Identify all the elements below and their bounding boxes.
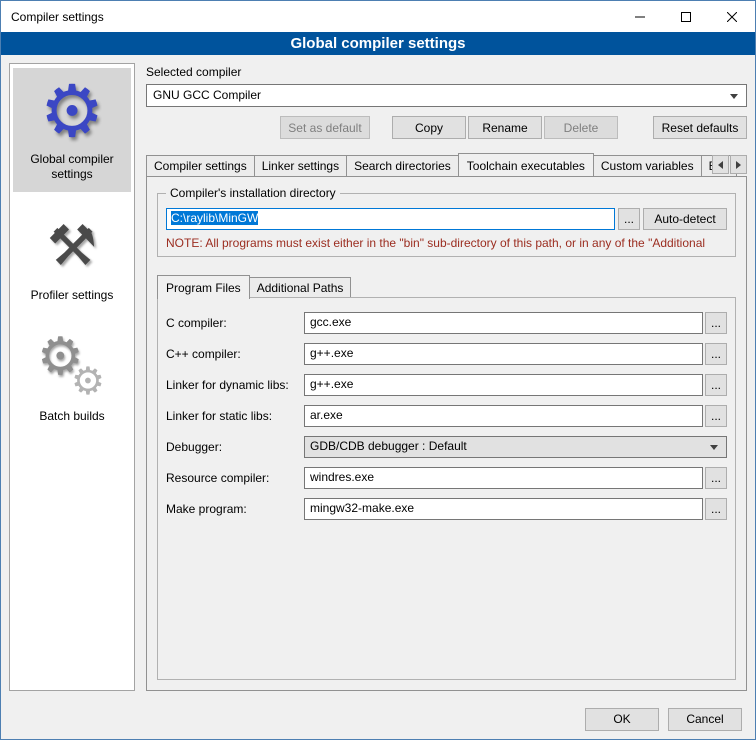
linker-dynamic-input[interactable]: g++.exe bbox=[304, 374, 703, 396]
debugger-select[interactable]: GDB/CDB debugger : Default bbox=[304, 436, 727, 458]
tab-compiler-settings[interactable]: Compiler settings bbox=[146, 155, 255, 176]
chevron-down-icon bbox=[710, 445, 718, 450]
copy-button[interactable]: Copy bbox=[392, 116, 466, 139]
field-row-linker-dynamic: Linker for dynamic libs: g++.exe ... bbox=[166, 374, 727, 396]
field-label: Resource compiler: bbox=[166, 471, 304, 485]
sidebar-item-batch-builds[interactable]: ⚙⚙ Batch builds bbox=[13, 325, 131, 434]
dialog-content: ⚙ Global compiler settings ⚒ Profiler se… bbox=[1, 55, 755, 699]
cpp-compiler-browse-button[interactable]: ... bbox=[705, 343, 727, 365]
tab-scroll-left-button[interactable] bbox=[712, 155, 729, 174]
maximize-icon bbox=[681, 12, 691, 22]
field-row-cpp-compiler: C++ compiler: g++.exe ... bbox=[166, 343, 727, 365]
make-program-input[interactable]: mingw32-make.exe bbox=[304, 498, 703, 520]
field-label: Debugger: bbox=[166, 440, 304, 454]
subtab-additional-paths[interactable]: Additional Paths bbox=[249, 277, 352, 298]
install-dir-group-title: Compiler's installation directory bbox=[166, 186, 340, 200]
minimize-icon bbox=[635, 12, 645, 22]
chevron-down-icon bbox=[730, 94, 738, 99]
maximize-button[interactable] bbox=[663, 1, 709, 32]
close-button[interactable] bbox=[709, 1, 755, 32]
auto-detect-button[interactable]: Auto-detect bbox=[643, 208, 727, 230]
field-row-make-program: Make program: mingw32-make.exe ... bbox=[166, 498, 727, 520]
arrow-right-icon bbox=[736, 161, 741, 169]
tab-custom-variables[interactable]: Custom variables bbox=[593, 155, 702, 176]
tab-toolchain-executables[interactable]: Toolchain executables bbox=[458, 153, 594, 176]
cancel-button[interactable]: Cancel bbox=[668, 708, 742, 731]
tab-linker-settings[interactable]: Linker settings bbox=[254, 155, 347, 176]
note-text: NOTE: All programs must exist either in … bbox=[166, 236, 727, 250]
window-title: Compiler settings bbox=[1, 1, 617, 32]
settings-tab-bar: Compiler settings Linker settings Search… bbox=[146, 152, 747, 176]
field-label: C++ compiler: bbox=[166, 347, 304, 361]
cpp-compiler-input[interactable]: g++.exe bbox=[304, 343, 703, 365]
program-files-panel: C compiler: gcc.exe ... C++ compiler: g+… bbox=[157, 297, 736, 680]
titlebar: Compiler settings bbox=[1, 1, 755, 32]
compiler-select[interactable]: GNU GCC Compiler bbox=[146, 84, 747, 107]
gear-icon: ⚙ bbox=[15, 74, 129, 148]
field-row-linker-static: Linker for static libs: ar.exe ... bbox=[166, 405, 727, 427]
gears-icon: ⚙⚙ bbox=[15, 331, 129, 405]
field-label: C compiler: bbox=[166, 316, 304, 330]
hammer-icon: ⚒ bbox=[15, 210, 129, 284]
sidebar-item-label: Global compiler settings bbox=[15, 152, 129, 182]
sidebar-item-global-compiler-settings[interactable]: ⚙ Global compiler settings bbox=[13, 68, 131, 192]
field-row-resource-compiler: Resource compiler: windres.exe ... bbox=[166, 467, 727, 489]
toolchain-executables-panel: Compiler's installation directory C:\ray… bbox=[146, 176, 747, 691]
tab-search-directories[interactable]: Search directories bbox=[346, 155, 459, 176]
field-row-c-compiler: C compiler: gcc.exe ... bbox=[166, 312, 727, 334]
ok-button[interactable]: OK bbox=[585, 708, 659, 731]
selected-text: C:\raylib\MinGW bbox=[171, 211, 258, 225]
field-row-debugger: Debugger: GDB/CDB debugger : Default bbox=[166, 436, 727, 458]
resource-compiler-browse-button[interactable]: ... bbox=[705, 467, 727, 489]
main-panel: Selected compiler GNU GCC Compiler Set a… bbox=[146, 63, 747, 691]
make-program-browse-button[interactable]: ... bbox=[705, 498, 727, 520]
field-label: Linker for static libs: bbox=[166, 409, 304, 423]
tab-scroll-right-button[interactable] bbox=[730, 155, 747, 174]
sidebar-item-profiler-settings[interactable]: ⚒ Profiler settings bbox=[13, 204, 131, 313]
linker-dynamic-browse-button[interactable]: ... bbox=[705, 374, 727, 396]
delete-button[interactable]: Delete bbox=[544, 116, 618, 139]
field-label: Linker for dynamic libs: bbox=[166, 378, 304, 392]
install-dir-row: C:\raylib\MinGW ... Auto-detect bbox=[166, 208, 727, 230]
c-compiler-input[interactable]: gcc.exe bbox=[304, 312, 703, 334]
field-label: Make program: bbox=[166, 502, 304, 516]
reset-defaults-button[interactable]: Reset defaults bbox=[653, 116, 747, 139]
install-dir-browse-button[interactable]: ... bbox=[618, 208, 640, 230]
tab-scroll-controls bbox=[712, 155, 747, 174]
linker-static-browse-button[interactable]: ... bbox=[705, 405, 727, 427]
sidebar-item-label: Profiler settings bbox=[15, 288, 129, 303]
resource-compiler-input[interactable]: windres.exe bbox=[304, 467, 703, 489]
install-dir-input[interactable]: C:\raylib\MinGW bbox=[166, 208, 615, 230]
arrow-left-icon bbox=[718, 161, 723, 169]
close-icon bbox=[727, 12, 737, 22]
c-compiler-browse-button[interactable]: ... bbox=[705, 312, 727, 334]
program-files-tab-bar: Program Files Additional Paths bbox=[157, 275, 736, 298]
selected-compiler-label: Selected compiler bbox=[146, 65, 747, 79]
rename-button[interactable]: Rename bbox=[468, 116, 542, 139]
debugger-select-value: GDB/CDB debugger : Default bbox=[310, 439, 467, 453]
compiler-select-value: GNU GCC Compiler bbox=[153, 88, 261, 102]
dialog-footer: OK Cancel bbox=[1, 699, 755, 739]
compiler-buttons-row: Set as default Copy Rename Delete Reset … bbox=[146, 116, 747, 139]
compiler-settings-window: Compiler settings Global compiler settin… bbox=[0, 0, 756, 740]
sidebar-item-label: Batch builds bbox=[15, 409, 129, 424]
sidebar: ⚙ Global compiler settings ⚒ Profiler se… bbox=[9, 63, 135, 691]
set-as-default-button[interactable]: Set as default bbox=[280, 116, 370, 139]
page-title: Global compiler settings bbox=[1, 32, 755, 55]
install-dir-group: Compiler's installation directory C:\ray… bbox=[157, 193, 736, 257]
subtab-program-files[interactable]: Program Files bbox=[157, 275, 250, 299]
minimize-button[interactable] bbox=[617, 1, 663, 32]
linker-static-input[interactable]: ar.exe bbox=[304, 405, 703, 427]
